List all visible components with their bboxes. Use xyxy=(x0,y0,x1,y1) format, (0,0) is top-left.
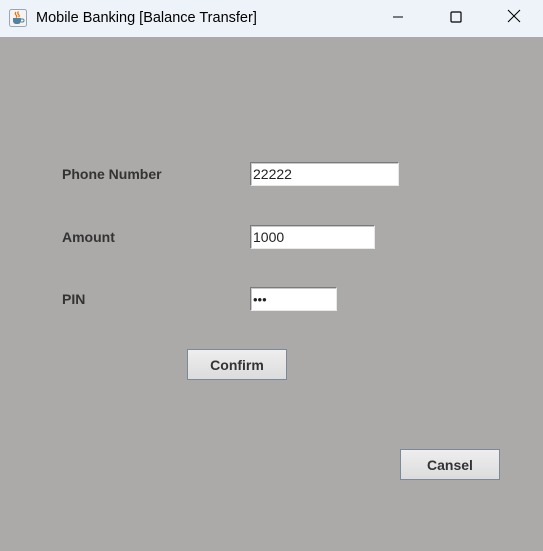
pin-label: PIN xyxy=(62,291,86,307)
close-button[interactable] xyxy=(485,0,543,37)
app-window: Mobile Banking [Balance Transfer] Phone … xyxy=(0,0,543,551)
amount-field[interactable]: 1000 xyxy=(250,225,375,249)
java-cup-icon xyxy=(9,9,27,27)
minimize-button[interactable] xyxy=(369,0,427,37)
confirm-button[interactable]: Confirm xyxy=(187,349,287,380)
minimize-icon xyxy=(392,10,404,28)
phone-number-label: Phone Number xyxy=(62,166,162,182)
maximize-button[interactable] xyxy=(427,0,485,37)
close-icon xyxy=(507,9,521,28)
amount-label: Amount xyxy=(62,229,115,245)
pin-field[interactable]: ••• xyxy=(250,287,337,311)
maximize-icon xyxy=(450,10,462,28)
cancel-button[interactable]: Cansel xyxy=(400,449,500,480)
phone-number-field[interactable]: 22222 xyxy=(250,162,399,186)
window-title: Mobile Banking [Balance Transfer] xyxy=(36,10,257,26)
title-bar[interactable]: Mobile Banking [Balance Transfer] xyxy=(0,0,543,37)
